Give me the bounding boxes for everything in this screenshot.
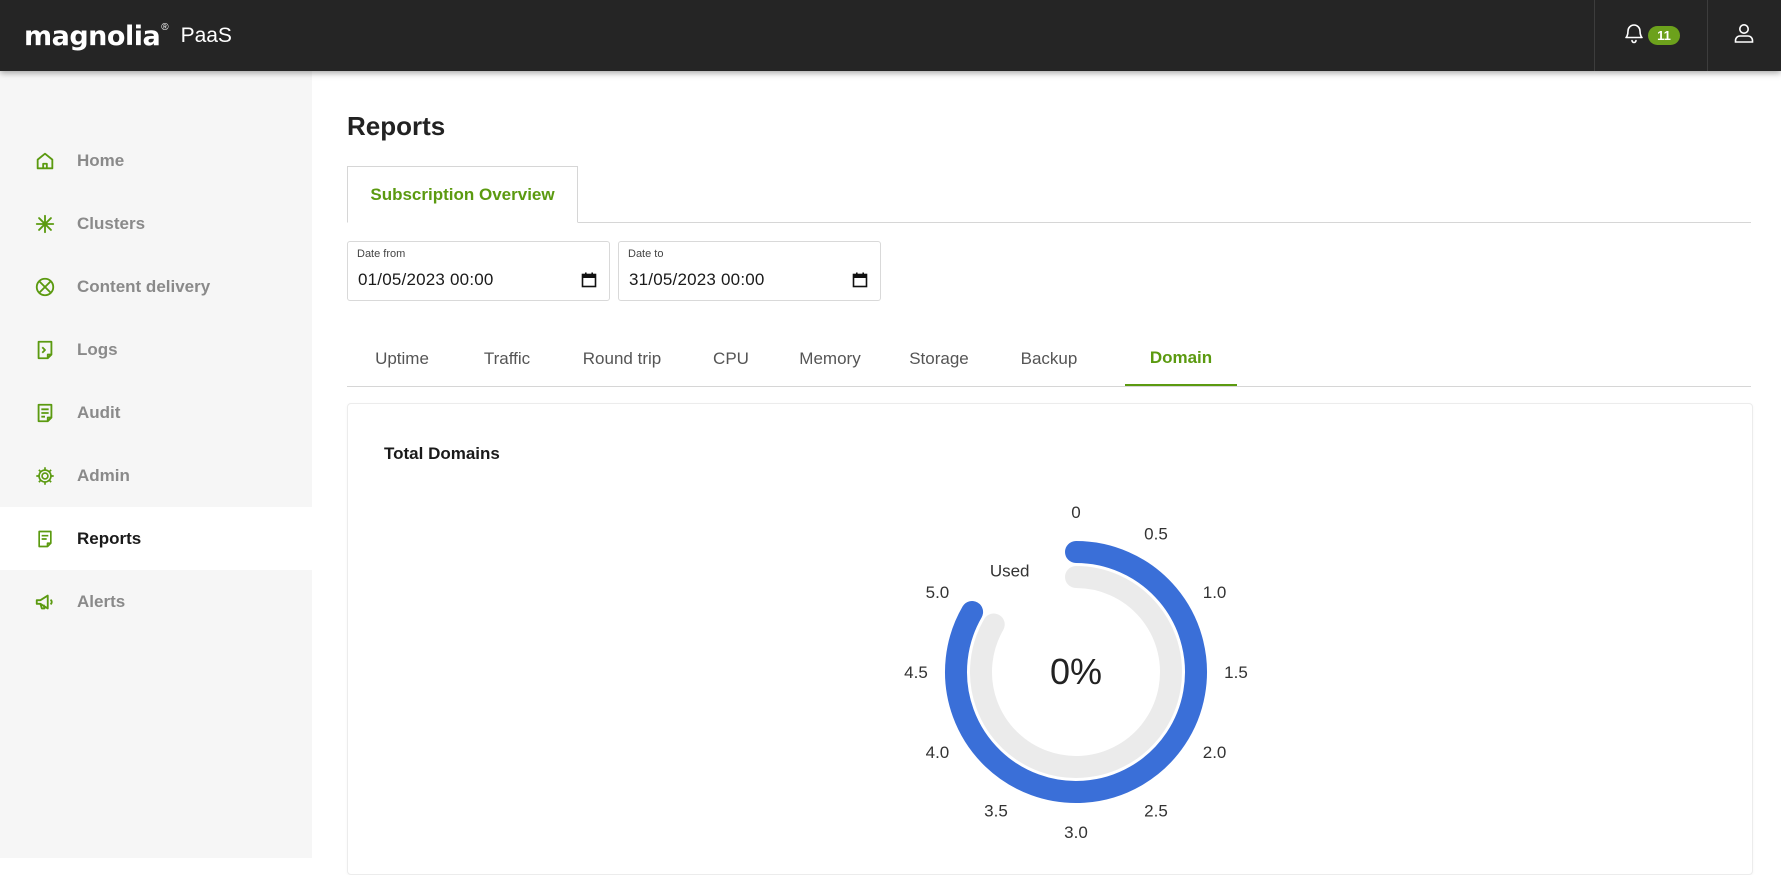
sidebar-item-label: Admin bbox=[77, 465, 130, 485]
user-icon bbox=[1732, 21, 1756, 50]
tab-uptime[interactable]: Uptime bbox=[347, 331, 457, 386]
sidebar-item-label: Logs bbox=[77, 339, 118, 359]
notification-count-badge: 11 bbox=[1648, 26, 1680, 45]
sidebar-item-admin[interactable]: Admin bbox=[0, 444, 312, 507]
date-to-value[interactable]: 31/05/2023 00:00 bbox=[629, 270, 765, 290]
gauge-tick-label: 0 bbox=[1071, 503, 1080, 522]
sidebar-item-label: Content delivery bbox=[77, 276, 211, 296]
gauge-tick-label: 3.5 bbox=[984, 802, 1008, 821]
calendar-icon[interactable] bbox=[852, 272, 868, 288]
sidebar-item-reports[interactable]: Reports bbox=[0, 507, 312, 570]
metric-tabs: Uptime Traffic Round trip CPU Memory Sto… bbox=[347, 331, 1751, 387]
sidebar-item-label: Clusters bbox=[77, 213, 146, 233]
gauge-tick-label: 2.0 bbox=[1203, 743, 1227, 762]
gauge-center-value: 0% bbox=[1050, 651, 1102, 692]
clusters-icon bbox=[33, 212, 57, 236]
sidebar: Home Clusters Content delivery Logs Audi… bbox=[0, 71, 312, 858]
sidebar-item-label: Alerts bbox=[77, 591, 126, 611]
gauge-tick-label: 4.5 bbox=[904, 663, 928, 682]
reports-icon bbox=[33, 527, 57, 551]
tab-cpu[interactable]: CPU bbox=[687, 331, 775, 386]
sidebar-item-home[interactable]: Home bbox=[0, 129, 312, 192]
gauge-tick-label: 0.5 bbox=[1144, 524, 1168, 543]
gear-icon bbox=[33, 464, 57, 488]
content-delivery-icon bbox=[33, 275, 57, 299]
sidebar-item-label: Audit bbox=[77, 402, 121, 422]
gauge-tick-label: 4.0 bbox=[926, 743, 950, 762]
tab-round-trip[interactable]: Round trip bbox=[557, 331, 687, 386]
sidebar-item-audit[interactable]: Audit bbox=[0, 381, 312, 444]
tab-subscription-overview[interactable]: Subscription Overview bbox=[347, 166, 578, 223]
home-icon bbox=[33, 149, 57, 173]
logo-wordmark: magnolia bbox=[24, 20, 161, 52]
sidebar-item-content-delivery[interactable]: Content delivery bbox=[0, 255, 312, 318]
gauge-tick-label: 5.0 bbox=[926, 583, 950, 602]
magnolia-logo[interactable]: magnolia ® PaaS bbox=[24, 16, 232, 56]
date-from-value[interactable]: 01/05/2023 00:00 bbox=[358, 270, 494, 290]
gauge-tick-label: 1.5 bbox=[1224, 663, 1248, 682]
sidebar-item-clusters[interactable]: Clusters bbox=[0, 192, 312, 255]
logs-icon bbox=[33, 338, 57, 362]
tab-traffic[interactable]: Traffic bbox=[457, 331, 557, 386]
total-domains-card: Total Domains 0 0.5 1.0 1.5 2.0 2.5 3.0 3.5 4.0 4… bbox=[347, 403, 1753, 875]
date-from-label: Date from bbox=[357, 248, 406, 260]
user-menu-button[interactable] bbox=[1707, 0, 1781, 71]
logo-registered-mark: ® bbox=[161, 21, 169, 33]
date-to-label: Date to bbox=[628, 248, 664, 260]
top-bar: magnolia ® PaaS 11 bbox=[0, 0, 1781, 71]
gauge-tick-label: 1.0 bbox=[1203, 583, 1227, 602]
page-title: Reports bbox=[347, 111, 446, 141]
date-from-field[interactable]: Date from 01/05/2023 00:00 bbox=[347, 241, 610, 301]
domain-gauge-chart: 0 0.5 1.0 1.5 2.0 2.5 3.0 3.5 4.0 4.5 5.0 Used 0% bbox=[904, 503, 1248, 842]
tab-memory[interactable]: Memory bbox=[775, 331, 885, 386]
gauge-tick-label: 3.0 bbox=[1064, 823, 1088, 842]
sidebar-item-label: Reports bbox=[77, 528, 142, 548]
bell-icon bbox=[1622, 21, 1646, 50]
sidebar-item-label: Home bbox=[77, 150, 125, 170]
date-to-field[interactable]: Date to 31/05/2023 00:00 bbox=[618, 241, 881, 301]
sidebar-item-alerts[interactable]: Alerts bbox=[0, 570, 312, 633]
calendar-icon[interactable] bbox=[581, 272, 597, 288]
audit-icon bbox=[33, 401, 57, 425]
tab-storage[interactable]: Storage bbox=[885, 331, 993, 386]
tab-domain[interactable]: Domain bbox=[1125, 331, 1237, 386]
notifications-button[interactable]: 11 bbox=[1594, 0, 1708, 71]
tab-backup[interactable]: Backup bbox=[993, 331, 1105, 386]
logo-product-name: PaaS bbox=[180, 24, 232, 47]
gauge-series-label: Used bbox=[990, 562, 1030, 581]
megaphone-icon bbox=[33, 590, 57, 614]
gauge-tick-label: 2.5 bbox=[1144, 802, 1168, 821]
sidebar-item-logs[interactable]: Logs bbox=[0, 318, 312, 381]
